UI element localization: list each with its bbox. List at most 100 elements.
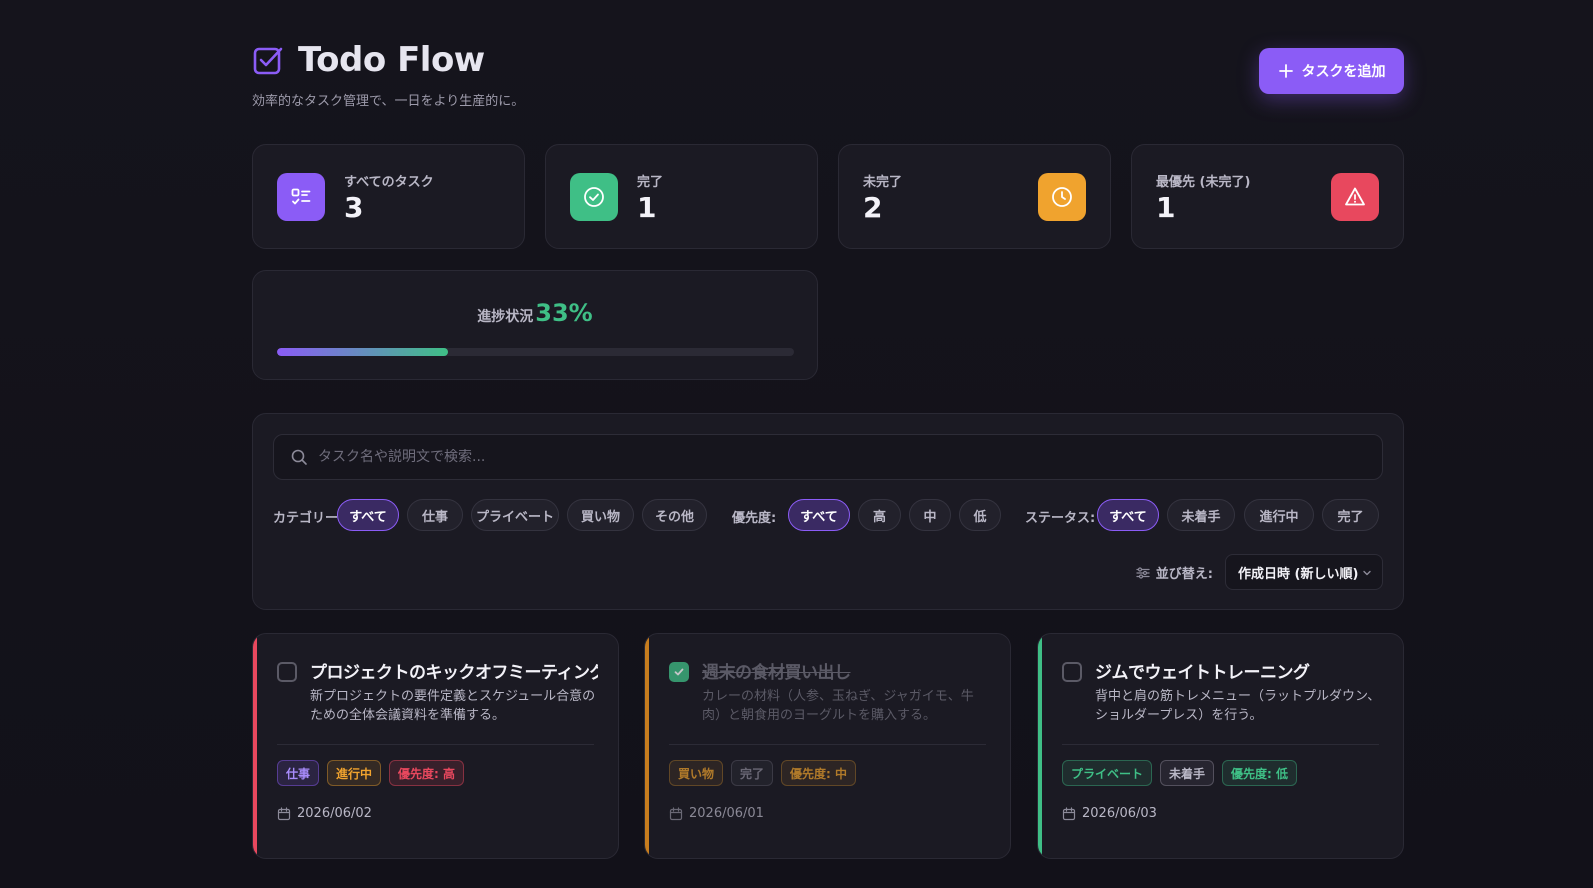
- stat-card-top-priority: 最優先 (未完了) 1: [1131, 144, 1404, 249]
- priority-tag: 優先度: 高: [389, 760, 465, 786]
- progress-label: 進捗状況: [477, 309, 534, 325]
- app-container: Todo Flow 効率的なタスク管理で、一日をより生産的に。 タスクを追加 す…: [252, 0, 1404, 859]
- category-chip-all[interactable]: すべて: [337, 499, 399, 531]
- task-tags: 仕事 進行中 優先度: 高: [277, 760, 465, 786]
- progress-percent: 33%: [535, 299, 593, 327]
- add-task-label: タスクを追加: [1301, 64, 1386, 80]
- plus-icon: [1278, 64, 1293, 78]
- stat-completed-label: 完了: [637, 175, 664, 190]
- stat-completed-value: 1: [637, 191, 657, 224]
- stat-card-incomplete: 未完了 2: [838, 144, 1111, 249]
- calendar-icon: [669, 806, 683, 820]
- task-title: プロジェクトのキックオフミーティング: [310, 663, 598, 683]
- task-date-text: 2026/06/01: [689, 806, 764, 821]
- chevron-down-icon: [1363, 570, 1371, 576]
- stat-incomplete-label: 未完了: [863, 175, 903, 190]
- stat-all-value: 3: [344, 191, 364, 224]
- clock-icon: [1038, 173, 1086, 221]
- sort-select[interactable]: 作成日時 (新しい順): [1225, 554, 1383, 590]
- progress-card: 進捗状況33%: [252, 270, 818, 380]
- task-date: 2026/06/03: [1062, 806, 1157, 821]
- priority-accent-bar: [1038, 634, 1042, 858]
- priority-tag: 優先度: 中: [781, 760, 857, 786]
- task-title: 週末の食材買い出し: [702, 663, 851, 683]
- category-chip-private[interactable]: プライベート: [471, 499, 559, 531]
- status-filter-label: ステータス:: [1025, 511, 1096, 526]
- divider: [669, 744, 986, 745]
- category-chip-work[interactable]: 仕事: [407, 499, 463, 531]
- progress-title: 進捗状況33%: [253, 299, 817, 327]
- category-chip-shopping[interactable]: 買い物: [567, 499, 634, 531]
- status-tag: 完了: [731, 760, 774, 786]
- task-tags: 買い物 完了 優先度: 中: [669, 760, 857, 786]
- task-card: 週末の食材買い出し カレーの材料（人参、玉ねぎ、ジャガイモ、牛肉）と朝食用のヨー…: [644, 633, 1011, 859]
- status-tag: 未着手: [1160, 760, 1215, 786]
- check-icon: [674, 668, 684, 676]
- divider: [277, 744, 594, 745]
- task-card: プロジェクトのキックオフミーティング 新プロジェクトの要件定義とスケジュール合意…: [252, 633, 619, 859]
- task-checkbox-checked[interactable]: [669, 662, 689, 682]
- task-card: ジムでウェイトトレーニング 背中と肩の筋トレメニュー（ラットプルダウン、ショルダ…: [1037, 633, 1404, 859]
- brand: Todo Flow: [252, 40, 485, 80]
- stat-priority-label: 最優先 (未完了): [1156, 175, 1251, 190]
- task-date-text: 2026/06/03: [1082, 806, 1157, 821]
- calendar-icon: [1062, 806, 1076, 820]
- check-circle-icon: [570, 173, 618, 221]
- task-description: 新プロジェクトの要件定義とスケジュール合意のための全体会議資料を準備する。: [310, 689, 596, 723]
- stat-card-completed: 完了 1: [545, 144, 818, 249]
- task-checkbox[interactable]: [277, 662, 297, 682]
- task-description: カレーの材料（人参、玉ねぎ、ジャガイモ、牛肉）と朝食用のヨーグルトを購入する。: [702, 689, 974, 723]
- search-box[interactable]: [273, 434, 1383, 480]
- priority-accent-bar: [645, 634, 649, 858]
- sort-select-value: 作成日時 (新しい順): [1238, 566, 1359, 582]
- priority-chip-medium[interactable]: 中: [909, 499, 951, 531]
- priority-tag: 優先度: 低: [1222, 760, 1298, 786]
- category-chip-other[interactable]: その他: [642, 499, 707, 531]
- task-description: 背中と肩の筋トレメニュー（ラットプルダウン、ショルダープレス）を行う。: [1095, 689, 1381, 723]
- status-tag: 進行中: [327, 760, 382, 786]
- stat-card-all: すべてのタスク 3: [252, 144, 525, 249]
- checkbox-logo-icon: [253, 47, 283, 75]
- sort-label: 並び替え:: [1136, 563, 1213, 582]
- status-chip-in-progress[interactable]: 進行中: [1244, 499, 1314, 531]
- category-tag: 買い物: [669, 760, 724, 786]
- divider: [1062, 744, 1379, 745]
- stat-priority-value: 1: [1156, 191, 1176, 224]
- task-checkbox[interactable]: [1062, 662, 1082, 682]
- checklist-icon: [277, 173, 325, 221]
- category-tag: プライベート: [1062, 760, 1153, 786]
- sliders-icon: [1136, 566, 1150, 579]
- status-chip-all[interactable]: すべて: [1097, 499, 1159, 531]
- task-list: プロジェクトのキックオフミーティング 新プロジェクトの要件定義とスケジュール合意…: [252, 633, 1404, 859]
- search-input[interactable]: [318, 449, 1382, 465]
- app-subtitle: 効率的なタスク管理で、一日をより生産的に。: [252, 94, 525, 109]
- calendar-icon: [277, 806, 291, 820]
- add-task-button[interactable]: タスクを追加: [1259, 48, 1404, 94]
- category-filter-label: カテゴリー:: [273, 511, 344, 526]
- sort-label-text: 並び替え:: [1155, 567, 1213, 582]
- progress-bar: [277, 348, 794, 356]
- stats-row: すべてのタスク 3 完了 1 未完了 2 最優先 (未完了) 1: [252, 144, 1404, 249]
- priority-filter-label: 優先度:: [732, 511, 777, 526]
- header: Todo Flow 効率的なタスク管理で、一日をより生産的に。 タスクを追加: [252, 0, 1404, 140]
- search-icon: [291, 449, 307, 465]
- alert-triangle-icon: [1331, 173, 1379, 221]
- stat-all-label: すべてのタスク: [344, 175, 434, 190]
- app-title: Todo Flow: [298, 40, 485, 80]
- task-tags: プライベート 未着手 優先度: 低: [1062, 760, 1298, 786]
- stat-incomplete-value: 2: [863, 191, 883, 224]
- priority-accent-bar: [253, 634, 257, 858]
- task-date: 2026/06/01: [669, 806, 764, 821]
- progress-bar-fill: [277, 348, 448, 356]
- category-tag: 仕事: [277, 760, 320, 786]
- task-date: 2026/06/02: [277, 806, 372, 821]
- priority-chip-high[interactable]: 高: [858, 499, 901, 531]
- filter-panel: カテゴリー: すべて 仕事 プライベート 買い物 その他 優先度: すべて 高 …: [252, 413, 1404, 610]
- task-title: ジムでウェイトトレーニング: [1095, 663, 1310, 683]
- status-chip-not-started[interactable]: 未着手: [1167, 499, 1235, 531]
- task-date-text: 2026/06/02: [297, 806, 372, 821]
- priority-chip-all[interactable]: すべて: [788, 499, 850, 531]
- priority-chip-low[interactable]: 低: [959, 499, 1001, 531]
- filter-chip-row: カテゴリー: すべて 仕事 プライベート 買い物 その他 優先度: すべて 高 …: [273, 499, 1385, 531]
- status-chip-completed[interactable]: 完了: [1322, 499, 1379, 531]
